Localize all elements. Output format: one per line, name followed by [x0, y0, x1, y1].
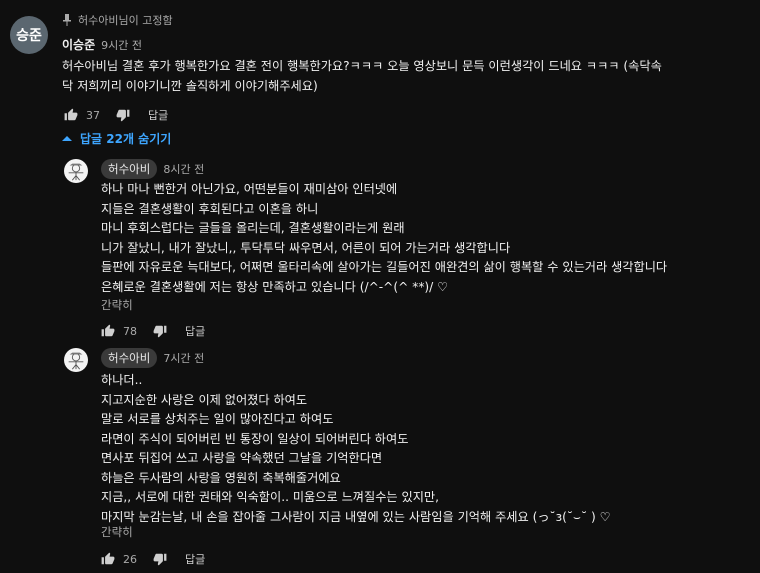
thumbs-up-icon[interactable] [64, 108, 78, 122]
comment-header: 이승준 9시간 전 [62, 36, 142, 53]
channel-owner-badge[interactable]: 허수아비 [101, 159, 158, 179]
reply-line: 면사포 뒤집어 쓰고 사랑을 약속했던 그날을 기억한다면 [101, 451, 383, 465]
reply-body: 하나더.. 지고지순한 사랑은 이제 없어졌다 하여도 말로 서로를 상처주는 … [101, 371, 611, 527]
reply-actions: 26 답글 [101, 551, 205, 567]
hide-replies-label: 답글 22개 숨기기 [80, 132, 172, 146]
thumbs-down-icon[interactable] [153, 552, 167, 566]
comment-line: 허수아비님 결혼 후가 행복한가요 결혼 전이 행복한가요?ㅋㅋㅋ 오늘 영상보… [62, 59, 662, 73]
reply-line: 하늘은 두사람의 사랑을 영원히 축복해줄거에요 [101, 470, 341, 485]
hide-replies-button[interactable]: 답글 22개 숨기기 [62, 130, 171, 147]
channel-owner-badge[interactable]: 허수아비 [101, 348, 158, 368]
show-less-button[interactable]: 간략히 [101, 524, 133, 540]
reply-line: 니가 잘났니, 내가 잘났니,, 투닥투닥 싸우면서, 어른이 되어 가는거라 … [101, 240, 511, 255]
pin-icon [63, 14, 71, 26]
thumbs-down-icon[interactable] [116, 108, 130, 122]
like-count: 37 [86, 108, 100, 122]
scarecrow-avatar-icon[interactable] [64, 159, 88, 183]
reply-line: 들판에 자유로운 늑대보다, 어쩌면 울타리속에 살아가는 길들어진 애완견의 … [101, 260, 668, 274]
reply-line: 지고지순한 사랑은 이제 없어졌다 하여도 [101, 392, 308, 407]
scarecrow-avatar-icon [68, 163, 84, 181]
reply-body: 하나 마나 뻔한거 아닌가요, 어떤분들이 재미삼아 인터넷에 지들은 결혼생활… [101, 180, 667, 297]
like-count: 78 [123, 324, 137, 338]
comment-body: 허수아비님 결혼 후가 행복한가요 결혼 전이 행복한가요?ㅋㅋㅋ 오늘 영상보… [62, 57, 662, 96]
reply-line: 지금,, 서로에 대한 권태와 익숙함이.. 미움으로 느껴질수는 있지만, [101, 490, 440, 504]
reply-button[interactable]: 답글 [148, 107, 168, 123]
like-count: 26 [123, 552, 137, 566]
comment-actions: 37 답글 [64, 107, 168, 123]
comment-author[interactable]: 이승준 [62, 36, 95, 53]
comment-time[interactable]: 9시간 전 [101, 37, 142, 53]
commenter-avatar[interactable]: 승준 [10, 16, 48, 54]
reply-header: 허수아비 7시간 전 [101, 348, 204, 368]
thumbs-down-icon[interactable] [153, 324, 167, 338]
reply-line: 라면이 주식이 되어버린 빈 통장이 일상이 되어버린다 하여도 [101, 431, 409, 446]
reply-button[interactable]: 답글 [185, 323, 205, 339]
reply-line: 마니 후회스럽다는 글들을 올리는데, 결혼생활이라는게 원래 [101, 221, 405, 235]
reply-line: 은혜로운 결혼생활에 저는 항상 만족하고 있습니다 (/^-^(^ **)/ … [101, 279, 449, 294]
thumbs-up-icon[interactable] [101, 552, 115, 566]
chevron-up-icon [62, 135, 72, 141]
pinned-text: 허수아비님이 고정함 [78, 14, 173, 27]
pinned-banner: 허수아비님이 고정함 [62, 12, 173, 28]
comment-line: 닥 저희끼리 이야기니깐 솔직하게 이야기해주세요) [62, 78, 318, 93]
show-less-button[interactable]: 간략히 [101, 297, 133, 313]
reply-line: 지들은 결혼생활이 후회된다고 이혼을 하니 [101, 201, 319, 216]
reply-header: 허수아비 8시간 전 [101, 159, 204, 179]
reply-actions: 78 답글 [101, 323, 205, 339]
reply-line: 하나 마나 뻔한거 아닌가요, 어떤분들이 재미삼아 인터넷에 [101, 182, 398, 196]
avatar-initials: 승준 [16, 28, 42, 44]
reply-time[interactable]: 8시간 전 [163, 161, 204, 177]
scarecrow-avatar-icon[interactable] [64, 348, 88, 372]
reply-time[interactable]: 7시간 전 [163, 350, 204, 366]
thumbs-up-icon[interactable] [101, 324, 115, 338]
scarecrow-avatar-icon [68, 352, 84, 370]
reply-button[interactable]: 답글 [185, 551, 205, 567]
reply-line: 말로 서로를 상처주는 일이 많아진다고 하여도 [101, 412, 334, 426]
reply-line: 하나더.. [101, 373, 143, 387]
reply-line: 마지막 눈감는날, 내 손을 잡아줄 그사람이 지금 내옆에 있는 사람임을 기… [101, 509, 611, 524]
